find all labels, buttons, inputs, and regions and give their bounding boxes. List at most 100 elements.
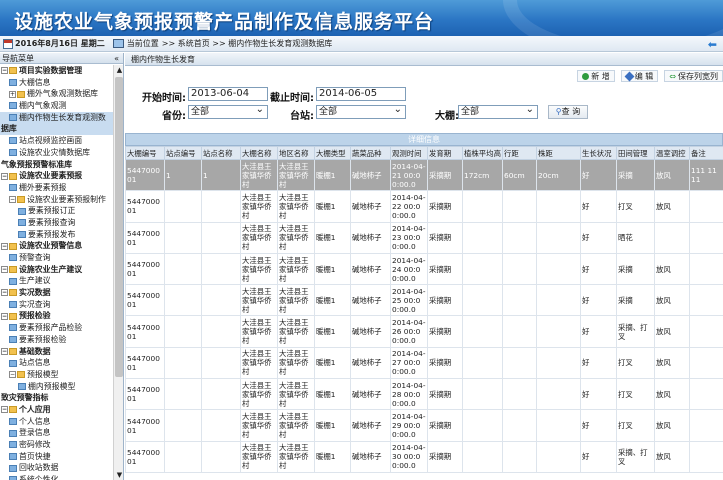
collapse-icon[interactable]: − <box>1 289 8 297</box>
sidebar-item[interactable]: 系统个性化 <box>0 474 113 480</box>
sidebar-item[interactable]: − 预报模型 <box>0 369 113 381</box>
table-row[interactable]: 544700001 大洼县王家镇华侨村 大洼县王家镇华侨村 暖棚1 碱地柿子 2014-0… <box>125 221 723 254</box>
collapse-icon[interactable]: − <box>1 242 8 250</box>
sidebar-item[interactable]: 生产建议 <box>0 275 113 287</box>
table-cell <box>689 440 723 473</box>
edit-button[interactable]: 编 辑 <box>620 70 659 82</box>
end-time-input[interactable]: 2014-06-05 <box>316 87 406 101</box>
column-header[interactable]: 地区名称 <box>277 146 315 160</box>
column-header[interactable]: 站点编号 <box>164 146 202 160</box>
sidebar-item[interactable]: − 个人应用 <box>0 404 113 416</box>
sidebar-item[interactable]: 棚内作物生长发育观测数 <box>0 111 113 124</box>
sidebar-item[interactable]: 棚内预报模型 <box>0 381 113 393</box>
scroll-down-icon[interactable]: ▼ <box>115 470 123 480</box>
start-time-input[interactable]: 2013-06-04 <box>188 87 268 101</box>
column-header[interactable]: 植株平均高 <box>462 146 503 160</box>
collapse-sidebar-icon[interactable]: « <box>114 53 119 64</box>
sidebar-item[interactable]: 个人信息 <box>0 416 113 428</box>
collapse-icon[interactable]: − <box>1 347 8 355</box>
table-cell: 采摘期 <box>427 409 463 442</box>
table-row[interactable]: 544700001 1 1 大洼县王家镇华侨村 大洼县王家镇华侨村 暖棚1 碱地柿子 2014… <box>125 158 723 192</box>
table-cell: 大洼县王家镇华侨村 <box>277 190 315 223</box>
table-row[interactable]: 544700001 大洼县王家镇华侨村 大洼县王家镇华侨村 暖棚1 碱地柿子 2014-0… <box>125 440 723 473</box>
sidebar-item[interactable]: 实况查询 <box>0 299 113 311</box>
sidebar-item[interactable]: 预警查询 <box>0 252 113 264</box>
sidebar-item-label: 基础数据 <box>19 346 51 356</box>
column-header[interactable]: 备注 <box>689 146 723 160</box>
column-header[interactable]: 株距 <box>536 146 581 160</box>
table-row[interactable]: 544700001 大洼县王家镇华侨村 大洼县王家镇华侨村 暖棚1 碱地柿子 2014-0… <box>125 346 723 380</box>
expand-icon[interactable]: + <box>9 90 16 98</box>
sidebar-item[interactable]: − 项目实验数据管理 <box>0 65 113 77</box>
sidebar-item[interactable]: 要素预报发布 <box>0 229 113 241</box>
sidebar-item[interactable]: 要素预报查询 <box>0 217 113 229</box>
column-header[interactable]: 大棚类型 <box>314 146 351 160</box>
sidebar-item[interactable]: 据库 <box>0 123 113 136</box>
collapse-icon[interactable]: − <box>1 67 8 75</box>
sidebar-item[interactable]: 站点信息 <box>0 357 113 369</box>
column-header[interactable]: 观测时间 <box>390 146 428 160</box>
save-column-width-button[interactable]: ⇔ 保存列宽列 <box>664 70 723 82</box>
column-header[interactable]: 生长状况 <box>580 146 617 160</box>
table-row[interactable]: 544700001 大洼县王家镇华侨村 大洼县王家镇华侨村 暖棚1 碱地柿子 2014-0… <box>125 315 723 348</box>
sidebar-item[interactable]: − 实况数据 <box>0 287 113 299</box>
back-arrow-icon[interactable]: ⬅ <box>708 38 717 51</box>
sidebar-item[interactable]: − 设施农业生产建议 <box>0 264 113 276</box>
collapse-icon[interactable]: − <box>9 371 16 379</box>
column-header[interactable]: 发育期 <box>427 146 463 160</box>
sidebar-item[interactable]: 密码修改 <box>0 439 113 451</box>
sidebar-scrollbar[interactable]: ▲ ▼ <box>113 65 123 480</box>
greenhouse-select[interactable]: 全部 <box>458 104 538 119</box>
table-cell: 1 <box>201 158 241 192</box>
scroll-thumb[interactable] <box>115 77 123 377</box>
column-header[interactable]: 大棚编号 <box>125 146 165 160</box>
collapse-icon[interactable]: − <box>1 172 8 180</box>
sidebar-item[interactable]: 设施农业灾情数据库 <box>0 147 113 159</box>
column-header[interactable]: 站点名称 <box>201 146 241 160</box>
column-header[interactable]: 田间管理 <box>616 146 655 160</box>
collapse-icon[interactable]: − <box>1 266 8 274</box>
sidebar-item[interactable]: − 基础数据 <box>0 346 113 358</box>
sidebar-item[interactable]: 棚外要素预报 <box>0 182 113 194</box>
sidebar-item[interactable]: + 棚外气象观测数据库 <box>0 88 113 100</box>
table-cell: 采摘期 <box>427 284 463 317</box>
sidebar-item[interactable]: 回收站数据 <box>0 462 113 474</box>
query-button[interactable]: ⚲查 询 <box>548 105 588 119</box>
table-row[interactable]: 544700001 大洼县王家镇华侨村 大洼县王家镇华侨村 暖棚1 碱地柿子 2014-0… <box>125 190 723 223</box>
sidebar-item[interactable]: 要素预报产品检验 <box>0 322 113 334</box>
table-cell: 544700001 <box>125 378 165 411</box>
sidebar-item[interactable]: 要素预报检验 <box>0 334 113 346</box>
scroll-up-icon[interactable]: ▲ <box>115 65 123 75</box>
sidebar-item[interactable]: 棚内气象观测 <box>0 100 113 112</box>
sidebar-item[interactable]: − 设施农业预警信息 <box>0 240 113 252</box>
province-select[interactable]: 全部 <box>188 104 268 119</box>
folder-icon <box>9 172 17 180</box>
table-cell: 大洼县王家镇华侨村 <box>240 440 278 473</box>
sidebar-item[interactable]: 首页快捷 <box>0 451 113 463</box>
station-select[interactable]: 全部 <box>316 104 406 119</box>
sidebar-item[interactable]: 登录信息 <box>0 427 113 439</box>
collapse-icon[interactable]: − <box>1 406 8 414</box>
sidebar-item[interactable]: − 设施农业要素预报制作 <box>0 194 113 206</box>
column-header[interactable]: 行距 <box>502 146 537 160</box>
sidebar-item[interactable]: − 预报检验 <box>0 310 113 322</box>
sidebar-item[interactable]: 气象预报预警标准库 <box>0 159 113 171</box>
table-cell: 碱地柿子 <box>350 221 391 254</box>
add-button[interactable]: 新 增 <box>577 70 615 82</box>
sidebar-item[interactable]: 站点视频监控画面 <box>0 135 113 147</box>
column-header[interactable]: 蔬菜品种 <box>350 146 391 160</box>
table-cell: 好 <box>580 346 617 380</box>
table-row[interactable]: 544700001 大洼县王家镇华侨村 大洼县王家镇华侨村 暖棚1 碱地柿子 2014-0… <box>125 284 723 317</box>
collapse-icon[interactable]: − <box>9 195 16 203</box>
column-header[interactable]: 温室调控 <box>654 146 690 160</box>
sidebar-item[interactable]: 大棚信息 <box>0 77 113 89</box>
sidebar-item[interactable]: − 设施农业要素预报 <box>0 170 113 182</box>
sidebar-item[interactable]: 致灾预警指标 <box>0 392 113 404</box>
table-row[interactable]: 544700001 大洼县王家镇华侨村 大洼县王家镇华侨村 暖棚1 碱地柿子 2014-0… <box>125 409 723 442</box>
column-header[interactable]: 大棚名称 <box>240 146 278 160</box>
grid-caption: 详细信息 <box>125 133 723 146</box>
table-row[interactable]: 544700001 大洼县王家镇华侨村 大洼县王家镇华侨村 暖棚1 碱地柿子 2014-0… <box>125 378 723 411</box>
sidebar-item[interactable]: 要素预报订正 <box>0 205 113 217</box>
table-row[interactable]: 544700001 大洼县王家镇华侨村 大洼县王家镇华侨村 暖棚1 碱地柿子 2014-0… <box>125 252 723 286</box>
collapse-icon[interactable]: − <box>1 312 8 320</box>
